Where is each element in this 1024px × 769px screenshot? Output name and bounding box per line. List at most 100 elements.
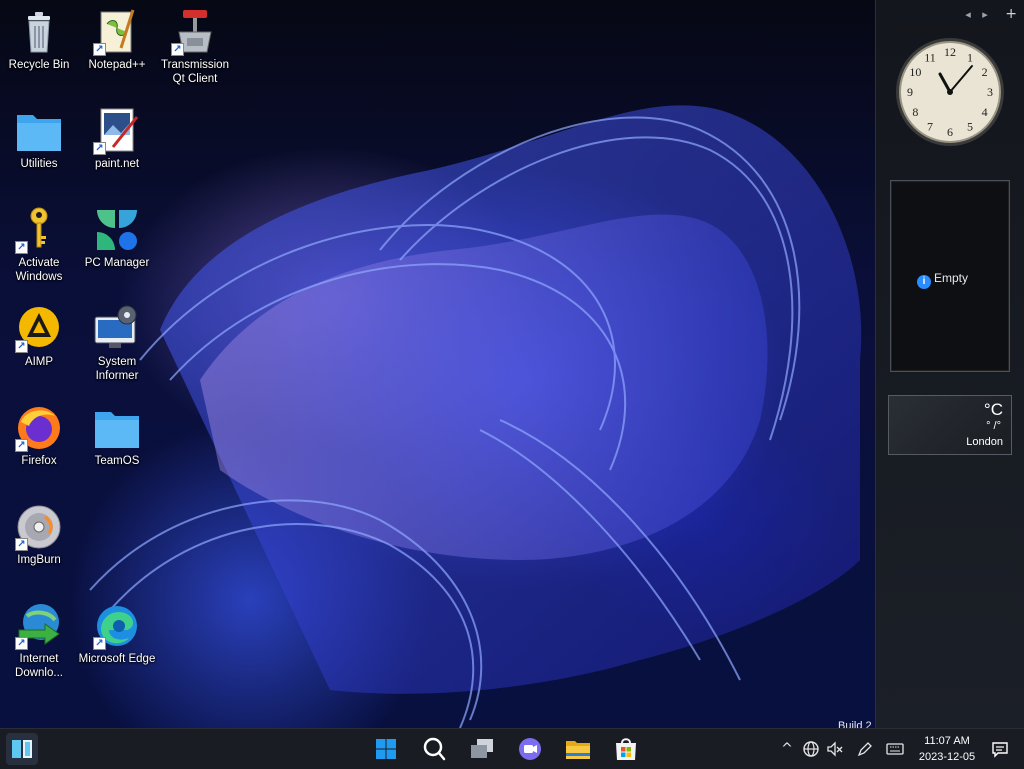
desktop-icon-teamos[interactable]: TeamOS: [78, 404, 156, 468]
desktop-icon-label: Transmission Qt Client: [161, 59, 229, 85]
sidebar-next-button[interactable]: ▸: [982, 8, 988, 21]
weather-gadget[interactable]: °C ° /° London: [888, 395, 1012, 455]
desktop-icon-imgburn[interactable]: ↗ ImgBurn: [0, 503, 78, 567]
desktop-icon-internet-download-manager[interactable]: ↗ Internet Downlo...: [0, 602, 78, 680]
transmission-icon: ↗: [171, 8, 219, 56]
clock-numeral: 10: [909, 65, 921, 79]
task-view-icon: [471, 739, 493, 758]
desktop-icon-label: paint.net: [94, 158, 140, 170]
shortcut-arrow-icon: ↗: [15, 241, 28, 254]
recycle-bin-icon: [15, 8, 63, 56]
folder-icon: [93, 404, 141, 452]
desktop-icon-label: System Informer: [95, 356, 139, 382]
clock-numeral: 4: [982, 105, 988, 119]
clock-numeral: 5: [967, 120, 973, 134]
desktop-icon-label: Microsoft Edge: [78, 653, 156, 665]
desktop-icon-notepadpp[interactable]: ↗ Notepad++: [78, 8, 156, 72]
edge-icon: ↗: [93, 602, 141, 650]
taskbar: ^ 11:07 AM 2023-12-05: [0, 728, 1024, 769]
windows-logo-icon: [376, 739, 396, 759]
start-button[interactable]: [368, 733, 404, 765]
taskbar-clock[interactable]: 11:07 AM 2023-12-05: [912, 733, 982, 765]
clock-numeral: 3: [987, 85, 993, 99]
desktop-icon-label: TeamOS: [94, 455, 140, 467]
clock-numeral: 1: [967, 50, 973, 64]
notifications-button[interactable]: [990, 739, 1010, 759]
search-icon: [423, 737, 446, 761]
desktop-icon-paintnet[interactable]: ↗ paint.net: [78, 107, 156, 171]
pen-icon[interactable]: [856, 740, 874, 758]
weather-range: ° /°: [986, 420, 1001, 432]
shortcut-arrow-icon: ↗: [15, 340, 28, 353]
shortcut-arrow-icon: ↗: [93, 142, 106, 155]
clock-numeral: 12: [944, 45, 956, 59]
file-explorer-button[interactable]: [560, 733, 596, 765]
desktop-icon-label: Utilities: [20, 158, 58, 170]
desktop-icon-aimp[interactable]: ↗ AIMP: [0, 305, 78, 369]
shortcut-arrow-icon: ↗: [171, 43, 184, 56]
chat-button[interactable]: [512, 733, 548, 765]
paintnet-icon: ↗: [93, 107, 141, 155]
desktop-icon-edge[interactable]: ↗ Microsoft Edge: [78, 602, 156, 666]
desktop-icon-utilities[interactable]: Utilities: [0, 107, 78, 171]
notification-icon: [992, 742, 1008, 758]
clock-numeral: 9: [907, 85, 913, 99]
empty-gadget[interactable]: i Empty: [890, 180, 1010, 372]
widgets-button[interactable]: [6, 733, 38, 765]
taskbar-time: 11:07 AM: [924, 735, 970, 747]
aimp-icon: ↗: [15, 305, 63, 353]
desktop-icon-recycle-bin[interactable]: Recycle Bin: [0, 8, 78, 72]
desktop-icon-label: PC Manager: [84, 257, 150, 269]
shortcut-arrow-icon: ↗: [15, 637, 28, 650]
desktop-icon-activate-windows[interactable]: ↗ Activate Windows: [0, 206, 78, 284]
shortcut-arrow-icon: ↗: [15, 538, 28, 551]
touch-keyboard-icon[interactable]: [886, 740, 904, 758]
desktop-icon-firefox[interactable]: ↗ Firefox: [0, 404, 78, 468]
clock-numeral: 6: [947, 125, 953, 139]
imgburn-icon: ↗: [15, 503, 63, 551]
shortcut-arrow-icon: ↗: [15, 439, 28, 452]
desktop-icon-label: Internet Downlo...: [15, 653, 63, 679]
desktop-icon-label: AIMP: [24, 356, 54, 368]
shortcut-arrow-icon: ↗: [93, 637, 106, 650]
show-hidden-icons-chevron[interactable]: ^: [778, 740, 796, 758]
gadget-sidebar: ◂ ▸ + 12 1 2 3 4 5 6 7 8 9 10 11 i Empty °C ° /° Lon…: [875, 0, 1024, 728]
pc-manager-icon: [93, 206, 141, 254]
desktop-icon-label: Recycle Bin: [8, 59, 70, 71]
clock-numeral: 8: [912, 105, 918, 119]
desktop-icon-pc-manager[interactable]: PC Manager: [78, 206, 156, 270]
empty-gadget-message: i Empty: [917, 271, 968, 289]
microsoft-store-button[interactable]: [608, 733, 644, 765]
sidebar-controls: ◂ ▸ +: [957, 6, 1017, 22]
widgets-icon: [12, 740, 32, 758]
speaker-muted-icon[interactable]: [826, 740, 844, 758]
weather-city: London: [966, 436, 1003, 448]
folder-icon: [15, 107, 63, 155]
notepadpp-icon: ↗: [93, 8, 141, 56]
sidebar-prev-button[interactable]: ◂: [965, 8, 971, 21]
chat-icon: [519, 738, 541, 760]
key-icon: ↗: [15, 206, 63, 254]
idm-icon: ↗: [15, 602, 63, 650]
system-informer-icon: [93, 305, 141, 353]
info-icon: i: [917, 275, 931, 289]
desktop-icon-label: Activate Windows: [15, 257, 63, 283]
desktop-icon-system-informer[interactable]: System Informer: [78, 305, 156, 383]
clock-gadget[interactable]: 12 1 2 3 4 5 6 7 8 9 10 11: [894, 36, 1006, 148]
search-button[interactable]: [416, 733, 452, 765]
task-view-button[interactable]: [464, 733, 500, 765]
empty-gadget-text: Empty: [934, 271, 969, 285]
clock-numeral: 2: [982, 65, 988, 79]
clock-numeral: 11: [924, 50, 936, 64]
store-icon: [616, 738, 636, 760]
taskbar-date: 2023-12-05: [918, 751, 976, 763]
shortcut-arrow-icon: ↗: [93, 43, 106, 56]
desktop-icon-label: Notepad++: [88, 59, 146, 71]
network-globe-icon[interactable]: [802, 740, 820, 758]
desktop-icon-label: Firefox: [21, 455, 57, 467]
firefox-icon: ↗: [15, 404, 63, 452]
clock-numeral: 7: [927, 120, 933, 134]
desktop-icon-transmission[interactable]: ↗ Transmission Qt Client: [156, 8, 234, 86]
sidebar-add-button[interactable]: +: [1005, 6, 1017, 22]
desktop-icon-label: ImgBurn: [17, 554, 61, 566]
